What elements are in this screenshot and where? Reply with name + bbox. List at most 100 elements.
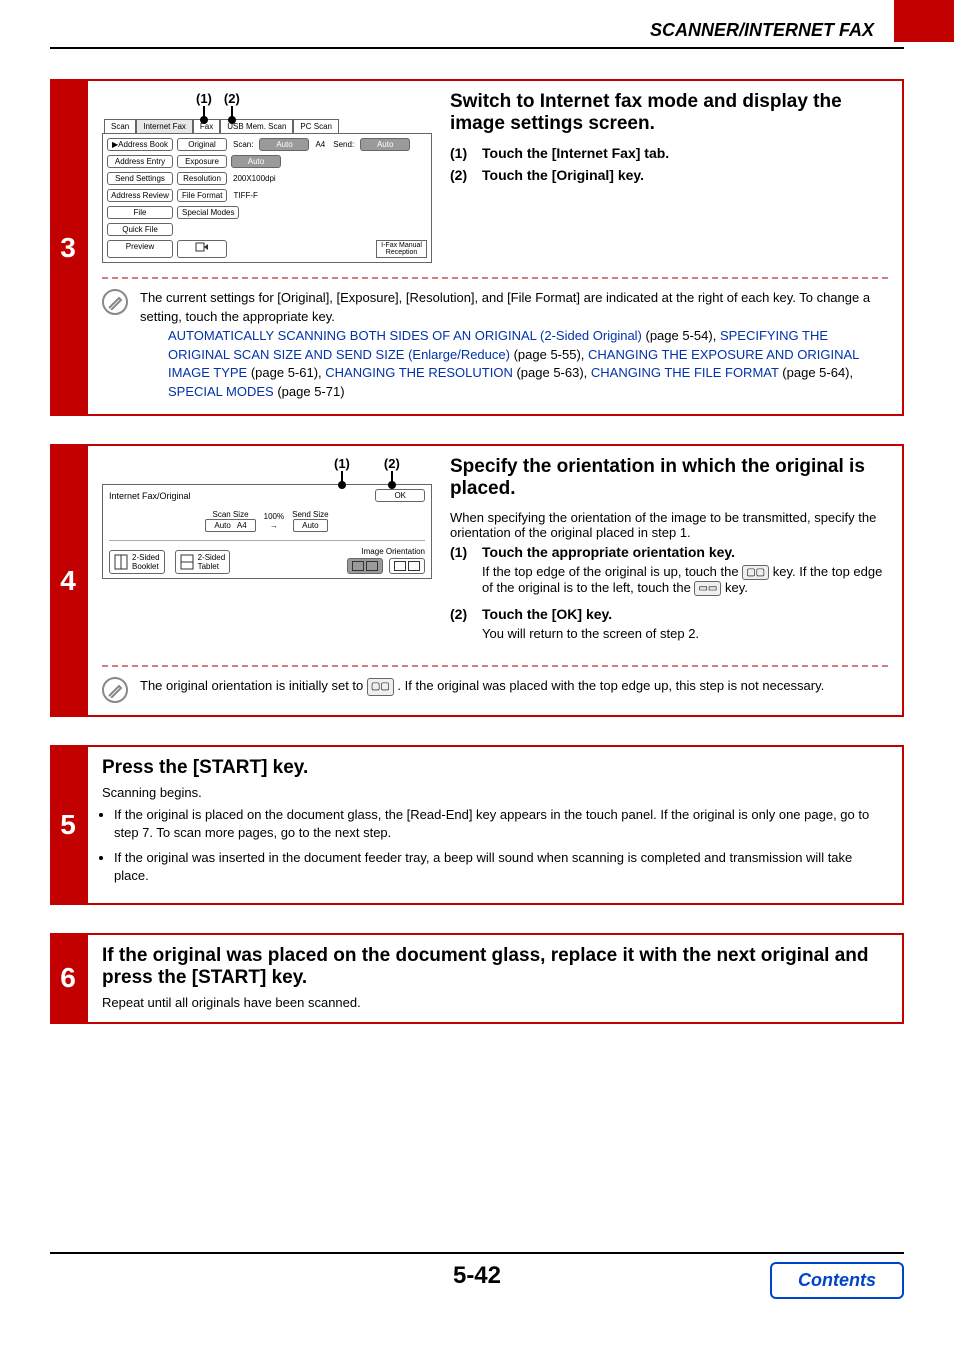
step-6: 6 If the original was placed on the docu… xyxy=(50,933,904,1024)
exposure-value: Auto xyxy=(231,155,281,168)
inst-num-1: (1) xyxy=(450,145,482,161)
callout-2: (2) xyxy=(224,91,240,106)
inst-num-2: (2) xyxy=(450,606,482,622)
file-format-value: TIFF-F xyxy=(231,191,259,200)
send-size-label: Send Size xyxy=(292,510,328,519)
orientation-panel: (1) (2) Internet Fax/Original OK Scan Si… xyxy=(102,456,432,579)
scan-auto-value: Auto xyxy=(259,138,309,151)
a4-label: A4 xyxy=(313,140,327,149)
booklet-icon xyxy=(114,554,128,570)
note-text-a: The original orientation is initially se… xyxy=(140,678,367,693)
step-number: 5 xyxy=(50,745,86,905)
step-content: (1) (2) Scan Internet Fax Fax USB Mem. S… xyxy=(86,79,904,416)
preview-icon-button[interactable] xyxy=(177,240,227,258)
callout-labels: (1) (2) xyxy=(196,91,240,122)
preview-button[interactable]: Preview xyxy=(107,240,173,258)
link-special-modes[interactable]: SPECIAL MODES xyxy=(168,384,274,399)
2sided-tablet-button[interactable]: 2-Sided Tablet xyxy=(175,550,231,574)
inst-num-1: (1) xyxy=(450,544,482,560)
page-footer: 5-42 Contents xyxy=(50,1252,904,1290)
ok-button[interactable]: OK xyxy=(375,489,425,502)
original-key[interactable]: Original xyxy=(177,138,227,151)
page-up-icon xyxy=(366,561,378,571)
page-left-icon xyxy=(408,561,420,571)
resolution-key[interactable]: Resolution xyxy=(177,172,227,185)
orientation-top-up-button[interactable] xyxy=(347,558,383,574)
step-4-title: Specify the orientation in which the ori… xyxy=(450,456,888,500)
note-text-b: . If the original was placed with the to… xyxy=(397,678,824,693)
step-4: 4 (1) (2) Internet Fax/Original OK xyxy=(50,444,904,717)
note-icon xyxy=(102,677,128,703)
step-6-title: If the original was placed on the docume… xyxy=(102,945,888,989)
link-2sided[interactable]: AUTOMATICALLY SCANNING BOTH SIDES OF AN … xyxy=(168,328,642,343)
file-button[interactable]: File xyxy=(107,206,173,219)
orientation-top-left-button[interactable] xyxy=(389,558,425,574)
step-6-lead: Repeat until all originals have been sca… xyxy=(102,995,888,1010)
note-icon xyxy=(102,289,128,315)
orientation-top-left-icon: ▭▭ xyxy=(694,581,721,596)
link-file-format[interactable]: CHANGING THE FILE FORMAT xyxy=(591,365,779,380)
step-5: 5 Press the [START] key. Scanning begins… xyxy=(50,745,904,905)
link-resolution[interactable]: CHANGING THE RESOLUTION xyxy=(325,365,513,380)
inst-text-2: Touch the [OK] key. xyxy=(482,606,612,622)
step-number: 6 xyxy=(50,933,86,1024)
inst-sub-2: You will return to the screen of step 2. xyxy=(482,626,888,641)
tab-pc-scan[interactable]: PC Scan xyxy=(293,119,339,133)
arrow-icon: → xyxy=(270,521,278,530)
step-4-instructions: Specify the orientation in which the ori… xyxy=(450,456,888,651)
callout-1: (1) xyxy=(196,91,212,106)
divider xyxy=(102,665,888,667)
step-3: 3 (1) (2) Scan Internet Fax Fax USB Mem.… xyxy=(50,79,904,416)
divider xyxy=(102,277,888,279)
step-4-note: The original orientation is initially se… xyxy=(102,677,888,703)
embedded-screenshot: (1) (2) Scan Internet Fax Fax USB Mem. S… xyxy=(102,91,432,263)
preview-icon xyxy=(195,242,209,252)
section-header: SCANNER/INTERNET FAX xyxy=(0,0,954,47)
scan-size-value[interactable]: AutoA4 xyxy=(205,519,255,532)
ifax-manual-reception-button[interactable]: I-Fax Manual Reception xyxy=(376,240,427,258)
panel-title: Internet Fax/Original xyxy=(109,491,191,501)
special-modes-key[interactable]: Special Modes xyxy=(177,206,239,219)
image-orientation-label: Image Orientation xyxy=(347,547,425,556)
address-book-button[interactable]: ▶Address Book xyxy=(107,138,173,151)
step-content: If the original was placed on the docume… xyxy=(86,933,904,1024)
send-label: Send: xyxy=(331,140,356,149)
step-5-bullet-2: If the original was inserted in the docu… xyxy=(114,849,888,885)
send-settings-button[interactable]: Send Settings xyxy=(107,172,173,185)
inst-num-2: (2) xyxy=(450,167,482,183)
2sided-booklet-button[interactable]: 2-Sided Booklet xyxy=(109,550,165,574)
resolution-value: 200X100dpi xyxy=(231,174,278,183)
step-5-title: Press the [START] key. xyxy=(102,757,888,779)
exposure-key[interactable]: Exposure xyxy=(177,155,227,168)
tablet-icon xyxy=(180,554,194,570)
scan-size-label: Scan Size xyxy=(213,510,249,519)
send-size-value[interactable]: Auto xyxy=(293,519,327,532)
file-format-key[interactable]: File Format xyxy=(177,189,227,202)
page-number: 5-42 xyxy=(453,1262,501,1290)
quick-file-button[interactable]: Quick File xyxy=(107,223,173,236)
inst-text-2: Touch the [Original] key. xyxy=(482,167,644,183)
tab-internet-fax[interactable]: Internet Fax xyxy=(136,119,193,133)
tab-scan[interactable]: Scan xyxy=(104,119,136,133)
header-accent xyxy=(894,0,954,42)
inst-sub-1: If the top edge of the original is up, t… xyxy=(482,564,888,596)
step-content: (1) (2) Internet Fax/Original OK Scan Si… xyxy=(86,444,904,717)
inst-text-1: Touch the appropriate orientation key. xyxy=(482,544,735,560)
callout-2: (2) xyxy=(384,456,400,471)
note-lead: The current settings for [Original], [Ex… xyxy=(140,290,870,324)
page-body: 3 (1) (2) Scan Internet Fax Fax USB Mem.… xyxy=(0,49,954,1072)
step-5-bullet-1: If the original is placed on the documen… xyxy=(114,806,888,842)
contents-button[interactable]: Contents xyxy=(770,1262,904,1299)
page-left-icon xyxy=(394,561,406,571)
step-3-instructions: Switch to Internet fax mode and display … xyxy=(450,91,888,263)
orientation-top-up-icon: ▢▢ xyxy=(742,565,769,580)
step-content: Press the [START] key. Scanning begins. … xyxy=(86,745,904,905)
scan-label: Scan: xyxy=(231,140,255,149)
address-entry-button[interactable]: Address Entry xyxy=(107,155,173,168)
callout-1: (1) xyxy=(334,456,350,471)
address-review-button[interactable]: Address Review xyxy=(107,189,173,202)
page-up-icon xyxy=(352,561,364,571)
inst-text-1: Touch the [Internet Fax] tab. xyxy=(482,145,669,161)
step-4-lead: When specifying the orientation of the i… xyxy=(450,510,888,540)
step-number: 3 xyxy=(50,79,86,416)
